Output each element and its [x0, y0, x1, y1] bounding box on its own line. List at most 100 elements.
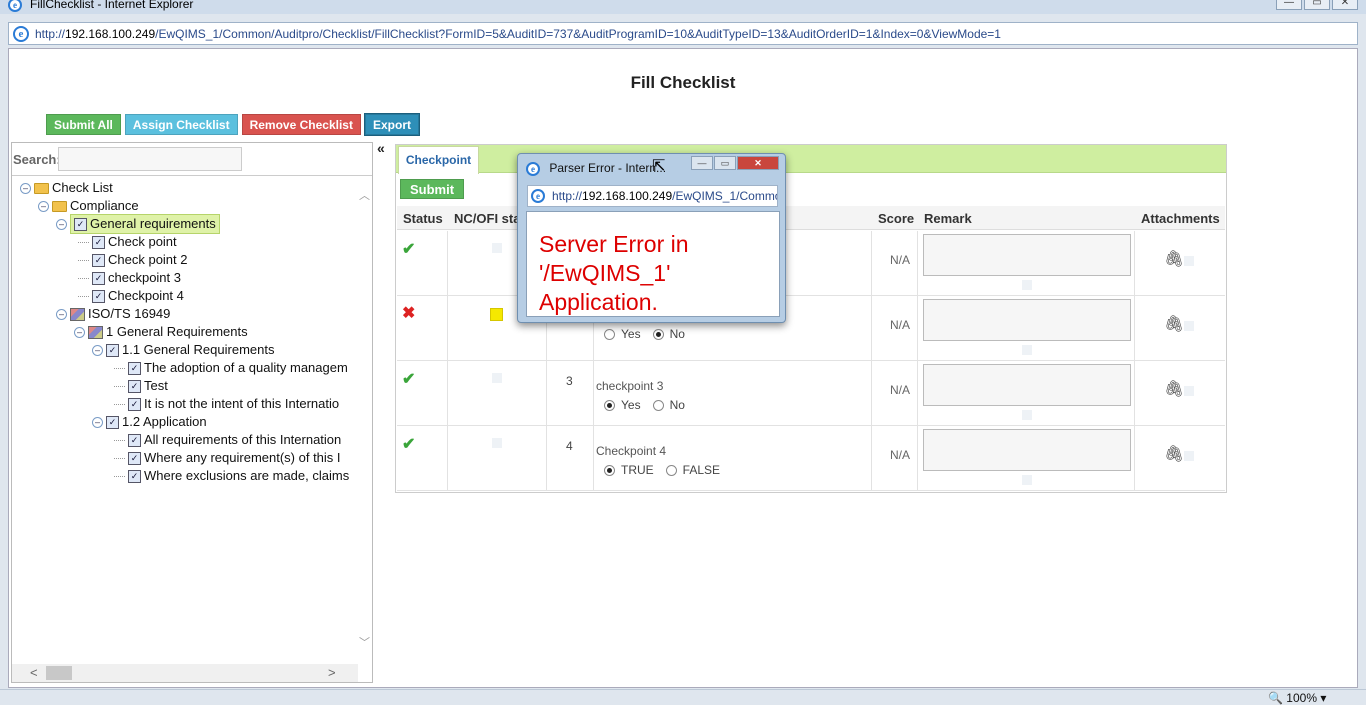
radio-true[interactable] [604, 464, 615, 476]
tree-node-general-requirements[interactable]: – ✓ General requirements [56, 214, 220, 234]
tree-node-test[interactable]: ✓ Test [114, 377, 168, 395]
standard-icon [70, 307, 85, 321]
tree-node-intent[interactable]: ✓ It is not the intent of this Internatio [114, 395, 339, 413]
ncofi-indicator[interactable] [492, 243, 502, 253]
checklist-icon: ✓ [128, 451, 141, 465]
order-number: 4 [566, 439, 573, 453]
tree-node-label: General requirements [90, 216, 216, 231]
tree-node-1-2-application[interactable]: – ✓ 1.2 Application [92, 413, 207, 431]
tree-node-1-1-general-requirements[interactable]: – ✓ 1.1 General Requirements [92, 341, 274, 359]
tree-node-compliance[interactable]: – Compliance [38, 197, 139, 215]
score-value: N/A [890, 253, 911, 267]
header-ncofi: NC/OFI sta [454, 211, 521, 226]
scroll-right-icon[interactable]: > [328, 665, 336, 680]
horizontal-scrollbar[interactable]: < > [12, 664, 358, 682]
remark-input[interactable] [923, 429, 1131, 471]
tree-node-iso-ts-16949[interactable]: – ISO/TS 16949 [56, 305, 170, 323]
remark-input[interactable] [923, 364, 1131, 406]
collapse-panel-icon[interactable]: « [377, 140, 385, 156]
tree-node-check-point-2[interactable]: ✓ Check point 2 [78, 251, 188, 269]
popup-url: http://192.168.100.249/EwQIMS_1/Commo [552, 189, 778, 203]
radio-no[interactable] [652, 328, 664, 340]
tree-node-checkpoint-3[interactable]: ✓ checkpoint 3 [78, 269, 181, 287]
collapse-icon[interactable]: – [56, 218, 67, 230]
tree-node-label: Checkpoint 4 [108, 288, 184, 303]
tree-node-label: The adoption of a quality managem [144, 360, 348, 375]
checklist-icon: ✓ [92, 289, 105, 303]
radio-false[interactable] [665, 464, 677, 476]
collapse-icon[interactable]: – [38, 200, 49, 212]
maximize-button[interactable]: ▭ [1304, 0, 1330, 10]
paperclip-icon[interactable]: 🖇 [1164, 249, 1184, 269]
export-button[interactable]: Export [363, 113, 421, 136]
scroll-up-icon[interactable]: ︿ [359, 187, 370, 203]
tree-node-1-general-requirements[interactable]: – 1 General Requirements [74, 323, 248, 341]
paperclip-icon[interactable]: 🖇 [1164, 444, 1184, 464]
paperclip-icon[interactable]: 🖇 [1164, 379, 1184, 399]
zoom-control[interactable]: 🔍 100% ▾ [1268, 691, 1326, 705]
popup-maximize-button[interactable]: ▭ [714, 156, 736, 170]
checkpoint-name: checkpoint 3 [596, 379, 664, 393]
scroll-thumb[interactable] [46, 666, 72, 680]
collapse-icon[interactable]: – [56, 308, 67, 320]
popup-minimize-button[interactable]: — [691, 156, 713, 170]
tree-node-all-requirements[interactable]: ✓ All requirements of this Internation [114, 431, 341, 449]
minimize-button[interactable]: — [1276, 0, 1302, 10]
tree-node-where-exclusions[interactable]: ✓ Where exclusions are made, claims [114, 467, 349, 485]
radio-yes[interactable] [604, 328, 615, 340]
submit-button[interactable]: Submit [400, 179, 465, 199]
collapse-icon[interactable]: – [74, 326, 85, 338]
score-value: N/A [890, 318, 911, 332]
address-bar[interactable]: e http://192.168.100.249/EwQIMS_1/Common… [8, 22, 1358, 45]
submit-all-button[interactable]: Submit All [46, 114, 121, 135]
popup-address-bar[interactable]: e http://192.168.100.249/EwQIMS_1/Commo [527, 185, 778, 207]
folder-icon [34, 182, 49, 194]
tree-node-label: Where exclusions are made, claims [144, 468, 350, 483]
close-button[interactable]: ✕ [1332, 0, 1358, 10]
collapse-icon[interactable]: – [92, 344, 103, 356]
popup-title-bar[interactable]: e Parser Error - Intern... [526, 161, 666, 176]
remove-checklist-button[interactable]: Remove Checklist [241, 114, 361, 135]
remark-input[interactable] [923, 299, 1131, 341]
tree-node-check-point[interactable]: ✓ Check point [78, 233, 177, 251]
tree-node-label: Test [144, 378, 168, 393]
error-line: '/EwQIMS_1' [539, 260, 671, 286]
ofi-indicator[interactable] [490, 308, 503, 321]
mouse-cursor-icon: ⇱ [652, 158, 666, 175]
tree-node-checkpoint-4[interactable]: ✓ Checkpoint 4 [78, 287, 184, 305]
table-row: ✔ 3 checkpoint 3 Yes No N/A 🖇 [397, 361, 1225, 426]
tree-node-check-list[interactable]: – Check List [20, 179, 113, 197]
collapse-icon[interactable]: – [92, 416, 103, 428]
tree-node-where-any[interactable]: ✓ Where any requirement(s) of this I [114, 449, 341, 467]
tree-node-label: 1.1 General Requirements [122, 342, 275, 357]
tree-node-label: 1.2 Application [122, 414, 207, 429]
ncofi-indicator[interactable] [492, 373, 502, 383]
scroll-left-icon[interactable]: < [30, 665, 38, 680]
tree-node-adoption[interactable]: ✓ The adoption of a quality managem [114, 359, 348, 377]
checklist-tree-panel: Search: – Check List – Compliance – ✓ Genera… [11, 142, 373, 683]
ncofi-indicator[interactable] [492, 438, 502, 448]
tree-node-label: Compliance [70, 198, 139, 213]
checklist-icon: ✓ [128, 433, 141, 447]
pass-status-icon: ✔ [402, 436, 416, 453]
tree-node-label: Where any requirement(s) of this I [144, 450, 341, 465]
address-url[interactable]: http://192.168.100.249/EwQIMS_1/Common/A… [35, 27, 1001, 41]
radio-no[interactable] [652, 399, 664, 411]
checklist-icon: ✓ [74, 217, 87, 231]
scroll-down-icon[interactable]: ﹀ [359, 634, 370, 650]
checklist-icon: ✓ [106, 343, 119, 357]
remark-input[interactable] [923, 234, 1131, 276]
assign-checklist-button[interactable]: Assign Checklist [124, 114, 238, 135]
parser-error-popup[interactable]: e Parser Error - Intern... — ▭ ✕ e http:… [517, 153, 786, 323]
answer-options: TRUE FALSE [604, 463, 720, 477]
tree-node-label: checkpoint 3 [108, 270, 181, 285]
collapse-icon[interactable]: – [20, 182, 31, 194]
status-bar: 🔍 100% ▾ [0, 689, 1366, 705]
radio-yes[interactable] [604, 399, 615, 411]
search-input[interactable] [58, 147, 242, 171]
vertical-scrollbar[interactable]: ︿ ﹀ [356, 179, 372, 666]
tree-node-label: 1 General Requirements [106, 324, 248, 339]
popup-close-button[interactable]: ✕ [737, 156, 779, 170]
paperclip-icon[interactable]: 🖇 [1164, 314, 1184, 334]
tab-checkpoint[interactable]: Checkpoint [398, 146, 479, 174]
